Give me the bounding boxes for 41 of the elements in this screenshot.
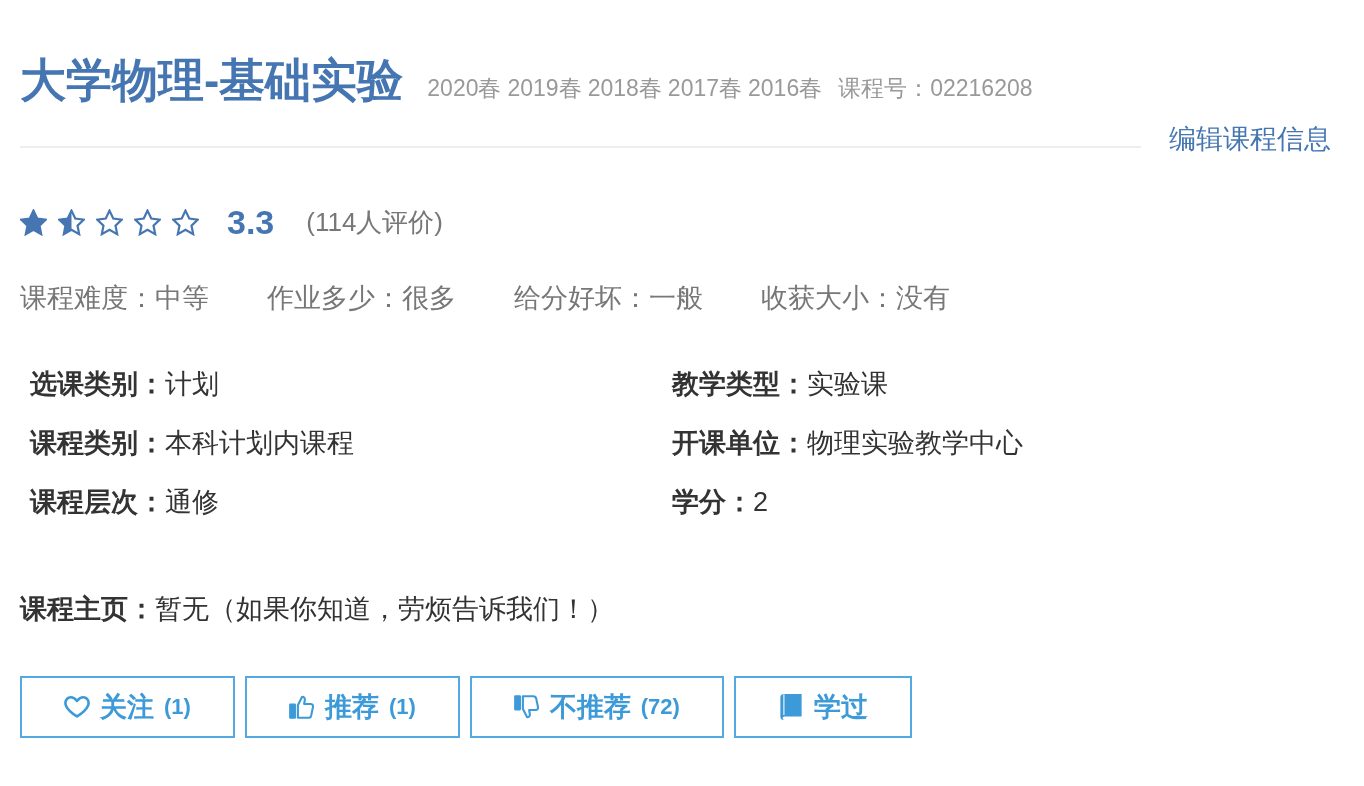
star-icon: [134, 208, 161, 236]
recommend-button[interactable]: 推荐 (1): [244, 676, 460, 738]
thumbs-up-icon: [288, 694, 315, 720]
heart-icon: [64, 694, 90, 720]
rating-aspect: 课程难度：中等: [20, 282, 209, 315]
rating-count: (114人评价): [306, 205, 444, 239]
detail-value: 通修: [165, 486, 219, 519]
semester-tag: 2020春: [427, 73, 502, 104]
detail-value: 本科计划内课程: [165, 427, 354, 460]
detail-label: 学分：: [672, 486, 753, 519]
rating-aspect: 作业多少：很多: [267, 282, 456, 315]
not-recommend-button[interactable]: 不推荐 (72): [469, 676, 724, 738]
rating-score: 3.3: [227, 202, 275, 242]
edit-course-link[interactable]: 编辑课程信息: [1169, 122, 1331, 156]
detail-value: 物理实验教学中心: [807, 427, 1023, 460]
detail-label: 课程类别：: [30, 427, 165, 460]
detail-value: 实验课: [807, 368, 888, 401]
semester-tag: 2017春: [667, 73, 742, 104]
detail-label: 开课单位：: [672, 427, 807, 460]
course-number: 课程号：02216208: [838, 74, 1033, 103]
detail-label: 选课类别：: [30, 368, 165, 401]
course-title: 大学物理-基础实验: [20, 53, 404, 108]
star-icon: [58, 208, 85, 236]
semester-tag: 2016春: [748, 73, 823, 104]
thumbs-down-icon: [513, 694, 540, 720]
rating-aspect: 给分好坏：一般: [514, 282, 703, 315]
detail-value: 2: [753, 486, 769, 519]
star-icon: [20, 208, 47, 236]
detail-label: 教学类型：: [672, 368, 807, 401]
rating-aspect: 收获大小：没有: [761, 282, 950, 315]
follow-button[interactable]: 关注 (1): [20, 676, 235, 738]
homepage-value: 暂无（如果你知道，劳烦告诉我们！）: [155, 593, 614, 626]
star-icon: [96, 208, 123, 236]
semester-tag: 2018春: [587, 73, 662, 104]
homepage-label: 课程主页：: [20, 593, 155, 626]
star-icon: [172, 208, 199, 236]
detail-value: 计划: [165, 368, 219, 401]
semester-tag: 2019春: [507, 73, 582, 104]
studied-button[interactable]: 学过: [733, 676, 912, 738]
book-icon: [777, 694, 804, 720]
detail-label: 课程层次：: [30, 486, 165, 519]
